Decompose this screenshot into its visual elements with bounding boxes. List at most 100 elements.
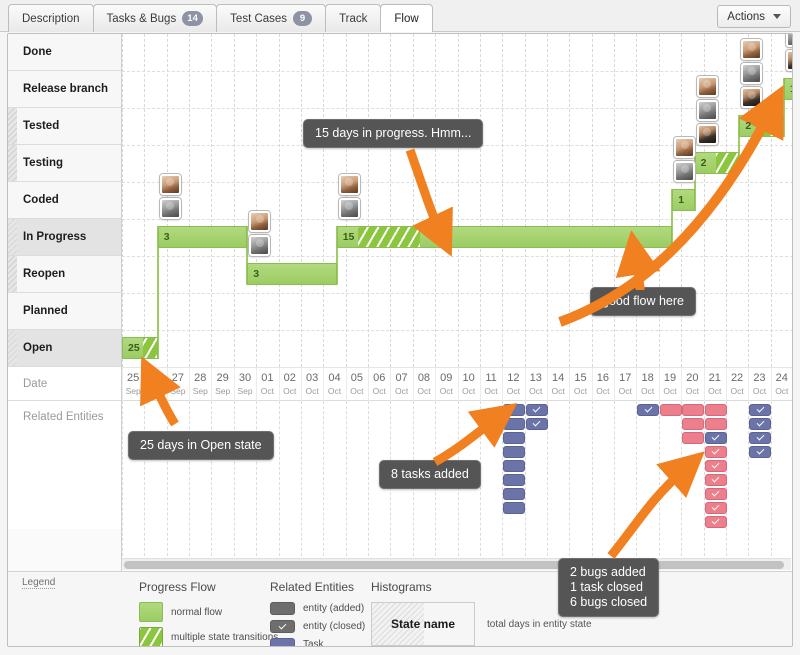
histogram-item-bug-closed[interactable]	[704, 488, 727, 500]
histogram-item-task-closed[interactable]	[525, 418, 548, 430]
scrollbar-thumb[interactable]	[124, 561, 784, 569]
avatar[interactable]	[249, 235, 271, 256]
date-axis-day: 21	[708, 372, 721, 384]
histogram-item-bug-added[interactable]	[682, 404, 705, 416]
histogram-item-task-added[interactable]	[503, 446, 526, 458]
histogram-item-bug-added[interactable]	[682, 432, 705, 444]
flow-bar-release-branch[interactable]: 1	[784, 78, 792, 100]
legend-item-task: Task	[270, 638, 365, 646]
histogram-grid-line	[323, 401, 325, 556]
histogram-item-task-closed[interactable]	[749, 404, 772, 416]
date-axis-day: 22	[730, 372, 744, 384]
histogram-item-task-closed[interactable]	[637, 404, 660, 416]
actions-button[interactable]: Actions	[717, 5, 791, 28]
state-row-done[interactable]: Done	[8, 34, 121, 71]
grid-line-vertical	[435, 34, 437, 367]
histogram-item-task-closed[interactable]	[704, 432, 727, 444]
avatar[interactable]	[786, 34, 792, 47]
legend-item-normal-flow: normal flow	[139, 602, 278, 622]
avatar[interactable]	[159, 198, 181, 219]
state-row-coded[interactable]: Coded	[8, 182, 121, 219]
state-row-reopen[interactable]: Reopen	[8, 256, 121, 293]
histogram-item-bug-added[interactable]	[704, 404, 727, 416]
avatar[interactable]	[741, 87, 763, 108]
flow-bar-reopen[interactable]: 3	[247, 263, 337, 285]
histogram-item-bug-closed[interactable]	[704, 516, 727, 528]
tab-track[interactable]: Track	[325, 4, 382, 32]
actions-button-label: Actions	[727, 10, 765, 23]
grid-line-vertical	[725, 34, 727, 367]
date-axis-tick: 21 Oct	[704, 368, 726, 402]
date-axis-day: 14	[552, 372, 565, 384]
date-axis-day: 12	[507, 372, 520, 384]
tab-flow[interactable]: Flow	[380, 4, 433, 32]
avatar[interactable]	[159, 174, 181, 195]
histogram-grid-line	[122, 401, 123, 556]
histogram-item-task-added[interactable]	[503, 488, 526, 500]
histogram-item-task-added[interactable]	[503, 432, 526, 444]
histogram-item-task-added[interactable]	[503, 474, 526, 486]
flow-bar-open[interactable]: 25	[122, 337, 158, 359]
flow-bar-in-progress[interactable]: 3	[157, 226, 248, 248]
date-axis-month: Oct	[305, 386, 319, 396]
state-row-planned[interactable]: Planned	[8, 293, 121, 330]
entity-closed-check-icon	[270, 620, 295, 633]
avatar[interactable]	[741, 39, 763, 60]
date-axis-tick: 06 Oct	[368, 368, 390, 402]
avatar[interactable]	[696, 76, 718, 97]
histogram-item-task-added[interactable]	[503, 418, 526, 430]
date-axis-tick: 20 Oct	[681, 368, 703, 402]
state-row-release-branch[interactable]: Release branch	[8, 71, 121, 108]
date-axis-day: 23	[753, 372, 766, 384]
histogram-item-bug-closed[interactable]	[704, 446, 727, 458]
state-row-testing[interactable]: Testing	[8, 145, 121, 182]
histogram-item-bug-added[interactable]	[682, 418, 705, 430]
histogram-item-bug-added[interactable]	[659, 404, 682, 416]
state-row-label: Planned	[23, 305, 68, 317]
date-axis-month: Oct	[394, 386, 409, 396]
histogram-item-task-closed[interactable]	[749, 418, 772, 430]
histogram-item-task-added[interactable]	[503, 460, 526, 472]
state-row-tested[interactable]: Tested	[8, 108, 121, 145]
legend-item-label: entity (added)	[303, 603, 365, 614]
histogram-item-bug-closed[interactable]	[704, 460, 727, 472]
date-axis-tick: 04 Oct	[323, 368, 345, 402]
avatar[interactable]	[786, 50, 792, 71]
grid-line-vertical	[524, 34, 526, 367]
date-axis-day: 13	[529, 372, 542, 384]
histogram-item-task-added[interactable]	[503, 502, 526, 514]
histogram-item-task-added[interactable]	[503, 404, 526, 416]
avatar[interactable]	[696, 100, 718, 121]
avatar[interactable]	[249, 211, 271, 232]
histogram-item-task-closed[interactable]	[749, 432, 772, 444]
histogram-item-task-closed[interactable]	[525, 404, 548, 416]
flow-bar-tested[interactable]: 2	[739, 115, 785, 137]
histogram-item-bug-closed[interactable]	[704, 502, 727, 514]
avatar[interactable]	[741, 63, 763, 84]
normal-flow-swatch-icon	[139, 602, 163, 622]
state-row-in-progress[interactable]: In Progress	[8, 219, 121, 256]
flow-bar-testing[interactable]: 2	[694, 152, 740, 174]
state-row-label: Tested	[23, 120, 60, 132]
avatar[interactable]	[338, 174, 360, 195]
avatar[interactable]	[338, 198, 360, 219]
grid-line-vertical	[390, 34, 392, 367]
tab-description[interactable]: Description	[8, 4, 94, 32]
date-axis-day: 27	[171, 372, 185, 384]
callout-in-progress: 15 days in progress. Hmm...	[303, 119, 484, 148]
date-axis-month: Oct	[685, 386, 699, 396]
histogram-item-task-closed[interactable]	[749, 446, 772, 458]
tab-test-cases[interactable]: Test Cases 9	[216, 4, 327, 32]
tab-badge: 14	[182, 11, 204, 26]
histogram-item-bug-closed[interactable]	[704, 474, 727, 486]
horizontal-scrollbar[interactable]	[122, 558, 791, 570]
flow-bar-in-progress[interactable]: 15	[336, 226, 673, 248]
avatar[interactable]	[696, 124, 718, 145]
date-axis-tick: 02 Oct	[279, 368, 301, 402]
flow-bar-coded[interactable]: 1	[672, 189, 695, 211]
state-row-open[interactable]: Open	[8, 330, 121, 367]
histogram-item-bug-added[interactable]	[704, 418, 727, 430]
avatar[interactable]	[674, 137, 696, 158]
tab-tasks-bugs[interactable]: Tasks & Bugs 14	[92, 4, 218, 32]
avatar[interactable]	[674, 161, 696, 182]
